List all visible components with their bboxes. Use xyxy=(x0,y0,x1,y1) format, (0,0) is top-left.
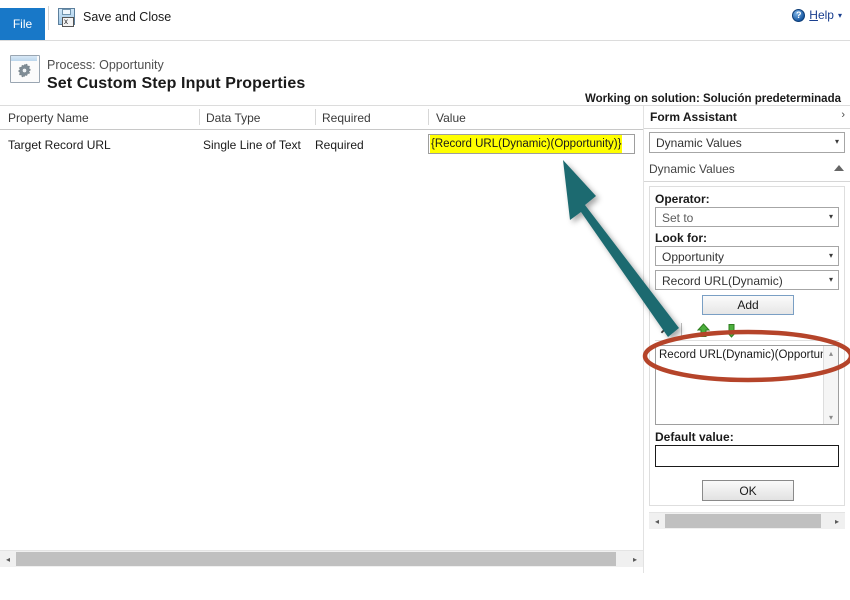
look-for-entity-value: Opportunity xyxy=(662,250,725,264)
dynamic-values-listbox[interactable]: Record URL(Dynamic)(Opportunity) ▴ ▾ xyxy=(655,345,839,425)
dynamic-values-section-label: Dynamic Values xyxy=(649,162,735,176)
look-for-attribute-value: Record URL(Dynamic) xyxy=(662,274,783,288)
form-assistant-header: Form Assistant › xyxy=(644,106,850,129)
scroll-left-arrow-icon[interactable]: ◂ xyxy=(0,551,16,567)
look-for-label: Look for: xyxy=(655,231,707,245)
scroll-right-arrow-icon[interactable]: ▸ xyxy=(829,513,845,529)
column-header-value[interactable]: Value xyxy=(436,111,466,125)
look-for-attribute-select[interactable]: Record URL(Dynamic) ▾ xyxy=(655,270,839,290)
toolbar-divider xyxy=(681,323,682,337)
file-tab-label: File xyxy=(12,17,33,31)
chevron-down-icon: ▾ xyxy=(834,137,839,146)
help-link[interactable]: Help ▾ xyxy=(792,8,842,22)
cell-data-type: Single Line of Text xyxy=(203,138,301,152)
green-arrow-up-icon[interactable] xyxy=(695,322,712,339)
column-divider[interactable] xyxy=(199,109,200,125)
look-for-entity-select[interactable]: Opportunity ▾ xyxy=(655,246,839,266)
operator-label: Operator: xyxy=(655,192,710,206)
ribbon-divider xyxy=(48,6,49,30)
scroll-up-arrow-icon[interactable]: ▴ xyxy=(824,346,838,360)
default-value-label: Default value: xyxy=(655,430,734,444)
operator-value: Set to xyxy=(662,211,694,225)
ribbon-bar: File x Save and Close Help ▾ xyxy=(0,0,850,41)
form-assistant-panel: Form Assistant › Dynamic Values ▾ Dynami… xyxy=(644,106,850,573)
values-toolbar: ✕ xyxy=(655,321,839,341)
column-header-property-name[interactable]: Property Name xyxy=(8,111,89,125)
form-assistant-title: Form Assistant xyxy=(650,110,737,124)
scrollbar-thumb[interactable] xyxy=(665,514,821,528)
column-divider[interactable] xyxy=(428,109,429,125)
scroll-right-arrow-icon[interactable]: ▸ xyxy=(627,551,643,567)
column-divider[interactable] xyxy=(315,109,316,125)
form-assistant-horizontal-scrollbar[interactable]: ◂ ▸ xyxy=(649,512,845,529)
chevron-right-icon[interactable]: › xyxy=(841,109,845,121)
chevron-down-icon[interactable]: ▾ xyxy=(838,11,842,20)
column-header-data-type[interactable]: Data Type xyxy=(206,111,260,125)
grid-horizontal-scrollbar[interactable]: ◂ ▸ xyxy=(0,550,643,567)
dynamic-values-section-body: Operator: Set to ▾ Look for: Opportunity… xyxy=(649,186,845,506)
toolbar-underline xyxy=(655,340,839,341)
ok-button-label: OK xyxy=(739,483,757,498)
list-item[interactable]: Record URL(Dynamic)(Opportunity) xyxy=(659,349,838,361)
help-label-accel: H xyxy=(809,8,818,22)
process-gear-window-icon xyxy=(10,55,40,85)
save-disk-icon: x xyxy=(58,7,77,27)
assistant-type-value: Dynamic Values xyxy=(656,136,742,150)
add-button[interactable]: Add xyxy=(702,295,794,315)
cell-property-name: Target Record URL xyxy=(8,138,111,152)
value-token-highlight: {Record URL(Dynamic)(Opportunity)} xyxy=(430,135,623,153)
default-value-input[interactable] xyxy=(655,445,839,467)
scroll-down-arrow-icon[interactable]: ▾ xyxy=(824,410,838,424)
green-arrow-down-icon[interactable] xyxy=(723,322,740,339)
app-window: File x Save and Close Help ▾ xyxy=(0,0,850,600)
scrollbar-thumb[interactable] xyxy=(16,552,616,566)
working-solution-note: Working on solution: Solución predetermi… xyxy=(585,93,841,105)
cell-required: Required xyxy=(315,138,364,152)
chevron-down-icon: ▾ xyxy=(828,212,833,221)
help-label: Help xyxy=(809,8,834,22)
properties-grid: Property Name Data Type Required Value T… xyxy=(0,106,644,573)
dynamic-values-section-header[interactable]: Dynamic Values xyxy=(644,158,850,182)
delete-x-icon[interactable]: ✕ xyxy=(657,322,673,338)
help-orb-icon xyxy=(792,8,806,22)
save-and-close-label: Save and Close xyxy=(83,10,172,24)
chevron-up-icon xyxy=(834,165,844,171)
chevron-down-icon: ▾ xyxy=(828,251,833,260)
save-and-close-button[interactable]: x Save and Close xyxy=(58,5,177,29)
value-input-target-record-url[interactable]: {Record URL(Dynamic)(Opportunity)} xyxy=(428,134,635,154)
table-row[interactable]: Target Record URL Single Line of Text Re… xyxy=(0,130,643,162)
operator-select[interactable]: Set to ▾ xyxy=(655,207,839,227)
assistant-type-select[interactable]: Dynamic Values ▾ xyxy=(649,132,845,153)
page-header: Process: Opportunity Set Custom Step Inp… xyxy=(0,41,850,106)
process-breadcrumb: Process: Opportunity xyxy=(47,58,164,72)
chevron-down-icon: ▾ xyxy=(828,275,833,284)
add-button-label: Add xyxy=(737,298,759,312)
ok-button[interactable]: OK xyxy=(702,480,794,501)
column-header-required[interactable]: Required xyxy=(322,111,371,125)
listbox-vertical-scrollbar[interactable]: ▴ ▾ xyxy=(823,346,838,424)
page-title: Set Custom Step Input Properties xyxy=(47,75,306,92)
scroll-left-arrow-icon[interactable]: ◂ xyxy=(649,513,665,529)
grid-header-row: Property Name Data Type Required Value xyxy=(0,106,643,130)
help-label-rest: elp xyxy=(817,8,834,22)
file-tab[interactable]: File xyxy=(0,8,45,40)
